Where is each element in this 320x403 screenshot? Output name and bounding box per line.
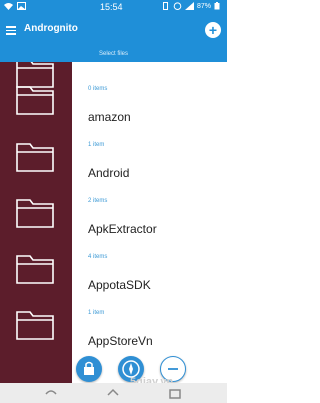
folder-name[interactable]: Android — [88, 166, 129, 180]
folder-icon[interactable] — [16, 83, 54, 115]
image-icon — [17, 2, 26, 10]
recent-apps-button[interactable] — [168, 387, 182, 399]
folder-icon[interactable] — [16, 196, 54, 228]
battery-level: 87% — [196, 2, 211, 10]
lock-button[interactable] — [76, 356, 102, 382]
folder-icon[interactable] — [16, 252, 54, 284]
status-bar: 15:54 87% — [0, 0, 227, 14]
folder-name[interactable]: AppotaSDK — [88, 278, 151, 292]
wifi-icon — [4, 2, 13, 10]
item-count: 2 items — [88, 198, 108, 204]
item-count: 1 item — [88, 142, 105, 148]
app-title: Andrognito — [24, 23, 78, 34]
lock-icon — [84, 361, 94, 375]
menu-icon[interactable] — [6, 26, 16, 35]
back-button[interactable] — [44, 387, 58, 399]
folder-icon[interactable] — [16, 308, 54, 340]
vibrate-icon — [161, 2, 170, 10]
folder-sidebar — [0, 62, 72, 403]
folder-icon[interactable] — [16, 140, 54, 172]
file-list: 0 items amazon 1 item Android 2 items Ap… — [72, 62, 227, 403]
status-time: 15:54 — [100, 2, 123, 12]
item-count: 1 item — [88, 310, 105, 316]
folder-name[interactable]: amazon — [88, 110, 131, 124]
folder-name[interactable]: ApkExtractor — [88, 222, 157, 236]
signal-icon — [184, 2, 194, 10]
alarm-icon — [173, 2, 182, 10]
home-button[interactable] — [106, 387, 120, 399]
subtitle: Select files — [0, 48, 227, 62]
item-count: 4 items — [88, 254, 108, 260]
battery-icon — [214, 2, 223, 10]
add-button[interactable]: + — [205, 22, 221, 38]
app-bar: Andrognito + — [0, 14, 227, 48]
navigation-bar — [0, 383, 227, 403]
item-count: 0 items — [88, 86, 108, 92]
folder-name[interactable]: AppStoreVn — [88, 334, 153, 348]
